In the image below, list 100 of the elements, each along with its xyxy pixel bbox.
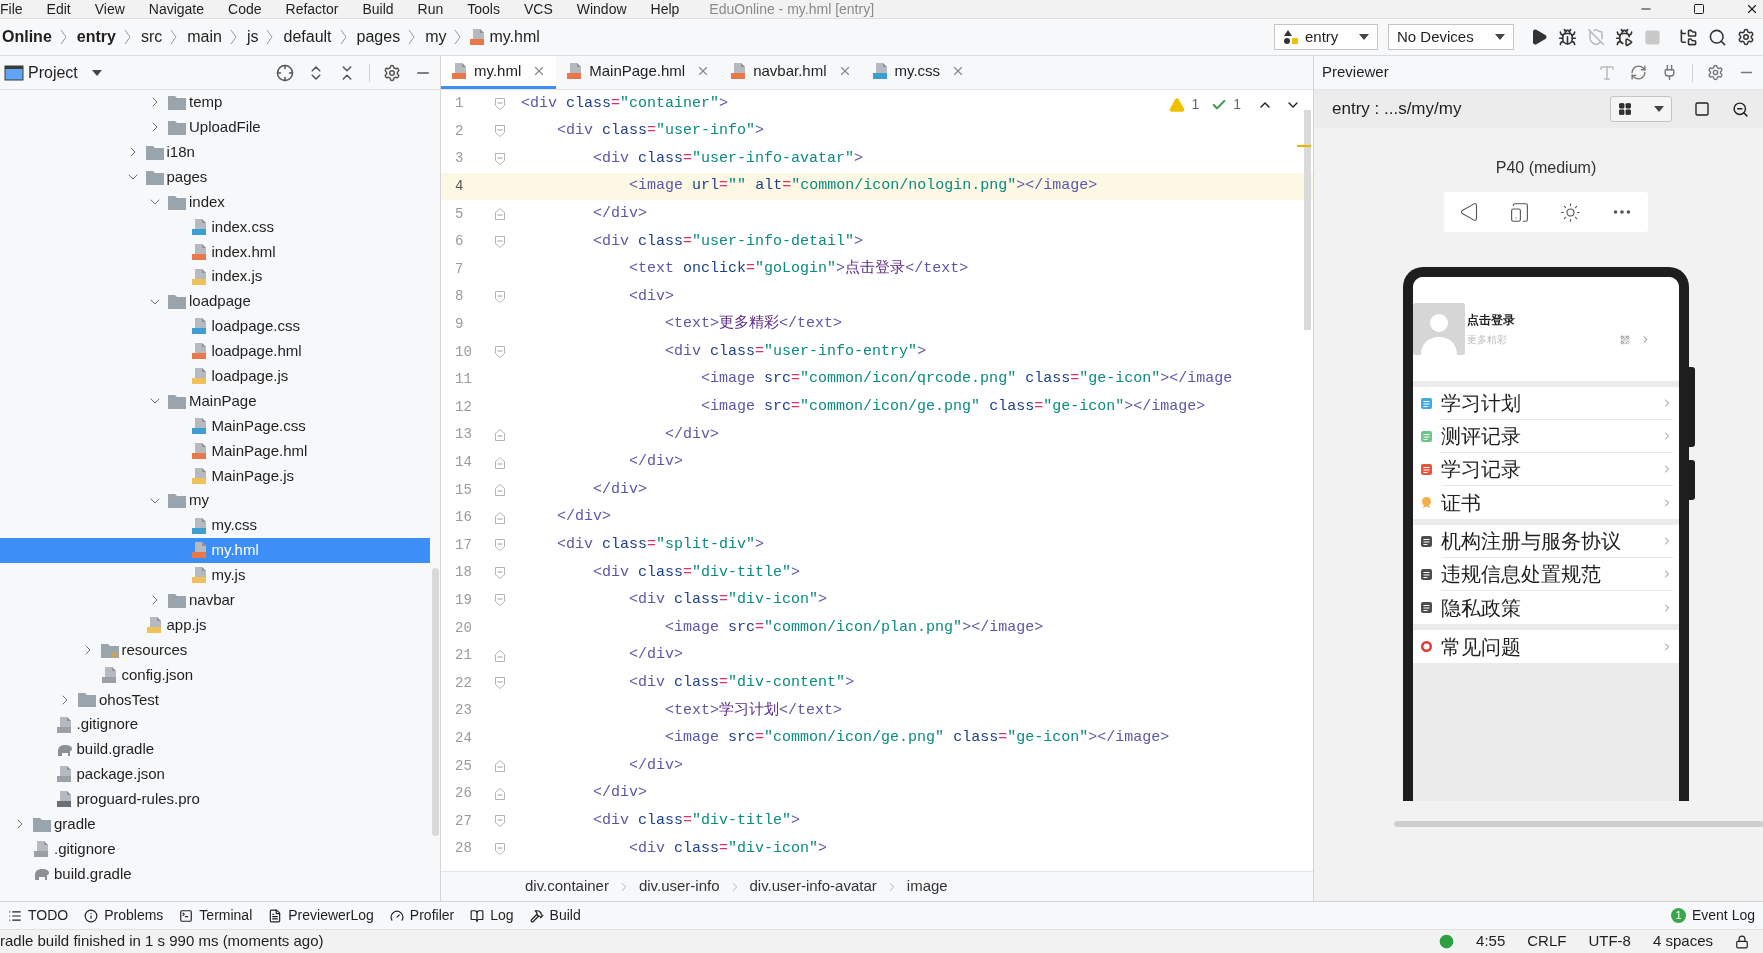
editor-tab[interactable]: my.css (861, 56, 976, 89)
menu-item[interactable]: Help (650, 2, 680, 16)
refresh-icon[interactable] (1630, 64, 1647, 81)
menu-item[interactable]: VCS (523, 2, 553, 16)
breadcrumb-item[interactable]: default (283, 25, 332, 49)
tree-item[interactable]: index.hml (0, 239, 430, 265)
tree-item[interactable]: loadpage (0, 289, 430, 314)
search-icon[interactable] (1708, 27, 1727, 47)
tree-item[interactable]: ohosTest (0, 687, 430, 713)
tree-item[interactable]: build.gradle (0, 737, 430, 763)
device-dropdown[interactable]: No Devices (1388, 24, 1514, 50)
frame-icon[interactable] (1694, 101, 1710, 117)
fold-marker-icon[interactable] (495, 235, 505, 248)
tree-item[interactable]: loadpage.css (0, 314, 430, 339)
sun-icon[interactable] (1560, 201, 1581, 223)
scrollbar[interactable] (1304, 110, 1311, 330)
status-dot-icon[interactable] (1439, 934, 1455, 949)
file-encoding[interactable]: UTF-8 (1588, 930, 1631, 953)
tree-item[interactable]: navbar (0, 587, 430, 613)
tree-item[interactable]: config.json (0, 662, 430, 688)
tree-item[interactable]: pages (0, 164, 430, 190)
breadcrumb-item[interactable]: my (425, 25, 447, 49)
menu-item[interactable]: Navigate (148, 2, 205, 16)
crosshair-icon[interactable] (276, 63, 294, 82)
editor-tab[interactable]: navbar.hml (720, 56, 862, 89)
tree-item[interactable]: index (0, 189, 430, 215)
fold-marker-icon[interactable] (495, 428, 505, 441)
breadcrumb-item[interactable]: js (246, 25, 259, 49)
menu-item[interactable]: Window (576, 2, 627, 16)
tree-item[interactable]: resources (0, 637, 430, 663)
tree-item[interactable]: gradle (0, 811, 430, 837)
menu-item[interactable]: Run (417, 2, 444, 16)
warning-marker[interactable] (1297, 145, 1311, 147)
tree-item[interactable]: .gitignore (0, 712, 430, 738)
tree-item[interactable]: MainPage.css (0, 413, 430, 439)
scrollbar[interactable] (1393, 821, 1763, 827)
tool-window-button[interactable]: Problems (76, 902, 172, 929)
qr-code-icon[interactable] (1620, 334, 1630, 345)
rotate-device-icon[interactable] (1509, 201, 1530, 223)
zoom-out-icon[interactable] (1732, 100, 1749, 118)
login-text[interactable]: 点击登录 (1467, 311, 1651, 329)
menu-item[interactable]: Edit (46, 2, 71, 16)
tree-item[interactable]: loadpage.hml (0, 338, 430, 364)
bug-arrow-icon[interactable] (1615, 27, 1634, 47)
layout-dropdown[interactable] (1610, 96, 1672, 122)
fold-marker-icon[interactable] (495, 290, 505, 303)
editor-tab[interactable]: MainPage.hml (556, 56, 721, 89)
run-config-dropdown[interactable]: entry (1274, 24, 1378, 50)
maximize-icon[interactable] (1693, 3, 1705, 15)
path-item[interactable]: image (906, 875, 948, 898)
indent-setting[interactable]: 4 spaces (1652, 930, 1713, 953)
fold-marker-icon[interactable] (495, 539, 505, 552)
tool-window-button[interactable]: TODO (0, 902, 77, 929)
fold-marker-icon[interactable] (495, 787, 505, 800)
fold-marker-icon[interactable] (495, 649, 505, 662)
editor-tab[interactable]: my.hml (441, 56, 557, 89)
breadcrumb-item[interactable]: Online (2, 25, 52, 49)
tool-window-button[interactable]: PreviewerLog (260, 902, 382, 929)
menu-item[interactable]: View (94, 2, 125, 16)
fold-marker-icon[interactable] (495, 842, 505, 855)
tree-item[interactable]: build.gradle (0, 861, 430, 887)
tool-window-button[interactable]: Profiler (381, 902, 463, 929)
fold-marker-icon[interactable] (495, 153, 505, 165)
tree-item[interactable]: UploadFile (0, 114, 430, 140)
tree-item[interactable]: MainPage.js (0, 463, 430, 489)
lock-icon[interactable] (1735, 934, 1749, 949)
tree-item[interactable]: proguard-rules.pro (0, 786, 430, 812)
fold-marker-icon[interactable] (495, 456, 505, 469)
tree-item[interactable]: package.json (0, 762, 430, 787)
fold-marker-icon[interactable] (495, 97, 505, 110)
bug-icon[interactable] (1558, 27, 1577, 47)
menu-item[interactable]: File (0, 2, 23, 16)
menu-item[interactable]: Code (228, 2, 262, 16)
breadcrumb-item[interactable]: src (140, 25, 163, 49)
menu-item[interactable]: Refactor (285, 2, 339, 16)
folder-icon[interactable] (1679, 27, 1698, 47)
tree-item[interactable]: my.js (0, 562, 430, 588)
tree-item[interactable]: my.css (0, 513, 430, 539)
tree-item[interactable]: MainPage (0, 388, 430, 414)
fold-marker-icon[interactable] (495, 511, 505, 524)
tree-item[interactable]: temp (0, 90, 430, 115)
breadcrumb-item[interactable]: pages (356, 25, 401, 49)
fold-marker-icon[interactable] (495, 594, 505, 607)
caret-icon[interactable] (91, 69, 102, 76)
tree-item[interactable]: index.js (0, 264, 430, 290)
fold-marker-icon[interactable] (495, 346, 505, 359)
tree-item[interactable]: app.js (0, 612, 430, 638)
fold-marker-icon[interactable] (495, 815, 505, 828)
menu-item[interactable]: Build (362, 2, 394, 16)
path-item[interactable]: div.user-info (638, 875, 720, 898)
breadcrumb-item[interactable]: main (187, 25, 222, 49)
tree-item[interactable]: loadpage.js (0, 363, 430, 389)
caret-position[interactable]: 4:55 (1476, 930, 1506, 953)
tree-item[interactable]: i18n (0, 139, 430, 165)
run-icon[interactable] (1530, 28, 1548, 46)
settings-icon[interactable] (1737, 28, 1755, 46)
fold-marker-icon[interactable] (495, 208, 505, 221)
settings-icon[interactable] (383, 63, 401, 82)
tool-window-button[interactable]: Log (462, 902, 522, 929)
breadcrumb-item[interactable]: my.hml (489, 25, 540, 49)
